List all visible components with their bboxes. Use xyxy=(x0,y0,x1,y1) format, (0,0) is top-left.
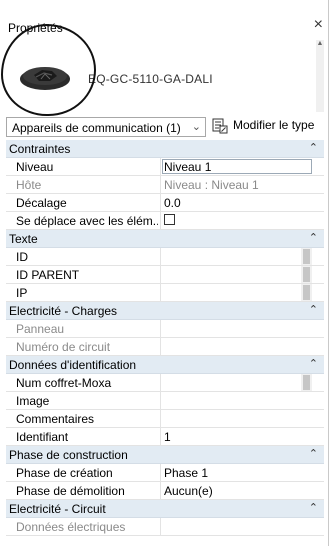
property-value-field[interactable] xyxy=(160,266,312,283)
property-name: Phase de création xyxy=(16,466,113,480)
active-cell-border xyxy=(162,159,312,174)
edit-type-icon xyxy=(212,118,228,134)
property-name: ID xyxy=(16,250,28,264)
property-name: Panneau xyxy=(16,322,65,336)
collapse-icon[interactable]: ⌃ xyxy=(309,141,318,154)
property-row-hote[interactable]: Hôte Niveau : Niveau 1 xyxy=(6,176,324,194)
property-row-se-deplace-avec-les-elem[interactable]: Se déplace avec les élém... xyxy=(6,212,324,230)
category-label: Texte xyxy=(9,232,38,246)
property-row-ip[interactable]: IP xyxy=(6,284,324,302)
category-phase-de-construction[interactable]: Phase de construction ⌃ xyxy=(6,446,324,464)
scrollbar-thumb[interactable] xyxy=(303,267,310,282)
property-name: Identifiant xyxy=(16,430,69,444)
property-value-field[interactable] xyxy=(160,212,312,229)
close-icon[interactable]: × xyxy=(314,16,323,34)
category-electricite-circuit[interactable]: Electricité - Circuit ⌃ xyxy=(6,500,324,518)
property-value-field[interactable] xyxy=(160,410,312,427)
property-value-field[interactable]: Niveau 1 xyxy=(160,158,312,175)
properties-palette: Propriétés × EQ-GC-5110-GA-DALI ▲ Appare… xyxy=(0,0,329,546)
property-value: 0.0 xyxy=(164,196,181,210)
property-row-numero-de-circuit[interactable]: Numéro de circuit xyxy=(6,338,324,356)
hand-drawn-annotation-circle xyxy=(1,24,96,116)
property-row-id-parent[interactable]: ID PARENT xyxy=(6,266,324,284)
property-row-niveau[interactable]: Niveau Niveau 1 xyxy=(6,158,324,176)
property-name: IP xyxy=(16,286,28,300)
property-value-field[interactable]: 1 xyxy=(160,428,312,445)
category-label: Electricité - Circuit xyxy=(9,502,106,516)
property-name: Numéro de circuit xyxy=(16,340,111,354)
chevron-down-icon: ⌄ xyxy=(191,121,201,133)
property-name: Hôte xyxy=(16,178,42,192)
property-value-field[interactable] xyxy=(160,284,312,301)
property-value: 1 xyxy=(164,430,171,444)
property-name: Num coffret-Moxa xyxy=(16,376,112,390)
cell-scrollbar[interactable] xyxy=(301,266,312,283)
instance-filter-dropdown[interactable]: Appareils de communication (1) ⌄ xyxy=(6,117,206,137)
property-value-field xyxy=(160,338,312,355)
property-row-phase-de-creation[interactable]: Phase de création Phase 1 xyxy=(6,464,324,482)
collapse-icon[interactable]: ⌃ xyxy=(309,357,318,370)
cell-scrollbar[interactable] xyxy=(301,374,312,391)
property-value-field xyxy=(160,518,312,535)
property-value-field xyxy=(160,320,312,337)
collapse-icon[interactable]: ⌃ xyxy=(309,501,318,514)
property-value-field[interactable] xyxy=(160,248,312,265)
property-value: Niveau : Niveau 1 xyxy=(164,178,259,192)
property-row-id[interactable]: ID xyxy=(6,248,324,266)
property-name: Phase de démolition xyxy=(16,484,125,498)
property-value-field[interactable] xyxy=(160,392,312,409)
property-row-num-coffret-moxa[interactable]: Num coffret-Moxa xyxy=(6,374,324,392)
type-name: EQ-GC-5110-GA-DALI xyxy=(88,72,213,86)
collapse-icon[interactable]: ⌃ xyxy=(309,231,318,244)
edit-type-label: Modifier le type xyxy=(233,118,315,132)
category-contraintes[interactable]: Contraintes ⌃ xyxy=(6,140,324,158)
category-electricite-charges[interactable]: Electricité - Charges ⌃ xyxy=(6,302,324,320)
cell-scrollbar[interactable] xyxy=(301,284,312,301)
property-value-field[interactable]: Phase 1 xyxy=(160,464,312,481)
property-name: Niveau xyxy=(16,160,54,174)
property-row-image[interactable]: Image xyxy=(6,392,324,410)
cell-scrollbar[interactable] xyxy=(301,248,312,265)
category-donnees-d-identification[interactable]: Données d'identification ⌃ xyxy=(6,356,324,374)
property-row-decalage[interactable]: Décalage 0.0 xyxy=(6,194,324,212)
property-row-panneau[interactable]: Panneau xyxy=(6,320,324,338)
property-value-field[interactable] xyxy=(160,374,312,391)
property-value: Aucun(e) xyxy=(164,484,213,498)
property-row-identifiant[interactable]: Identifiant 1 xyxy=(6,428,324,446)
moves-with-checkbox[interactable] xyxy=(164,214,175,225)
instance-filter-value: Appareils de communication (1) xyxy=(12,121,181,135)
collapse-icon[interactable]: ⌃ xyxy=(309,447,318,460)
property-row-commentaires[interactable]: Commentaires xyxy=(6,410,324,428)
property-name: Image xyxy=(16,394,50,408)
type-selector-scrollbar[interactable]: ▲ xyxy=(316,40,324,112)
property-name: Se déplace avec les élém... xyxy=(16,214,158,228)
property-name: Décalage xyxy=(16,196,67,210)
category-label: Données d'identification xyxy=(9,358,137,372)
category-label: Phase de construction xyxy=(9,448,128,462)
collapse-icon[interactable]: ⌃ xyxy=(309,303,318,316)
property-value: Phase 1 xyxy=(164,466,209,480)
scrollbar-thumb[interactable] xyxy=(303,285,310,300)
property-name: ID PARENT xyxy=(16,268,80,282)
category-texte[interactable]: Texte ⌃ xyxy=(6,230,324,248)
scrollbar-thumb[interactable] xyxy=(303,249,310,264)
property-value-field[interactable]: Aucun(e) xyxy=(160,482,312,499)
edit-type-button[interactable]: Modifier le type xyxy=(212,117,324,137)
property-row-phase-de-demolition[interactable]: Phase de démolition Aucun(e) xyxy=(6,482,324,500)
property-row-donnees-electriques[interactable]: Données électriques xyxy=(6,518,324,536)
property-value-field[interactable]: 0.0 xyxy=(160,194,312,211)
property-name: Commentaires xyxy=(16,412,95,426)
scrollbar-thumb[interactable] xyxy=(303,375,310,390)
property-value-field: Niveau : Niveau 1 xyxy=(160,176,312,193)
category-label: Contraintes xyxy=(9,142,71,156)
property-name: Données électriques xyxy=(16,520,126,534)
properties-grid: Contraintes ⌃ Niveau Niveau 1 Hôte Niveau : N… xyxy=(6,140,324,536)
category-label: Electricité - Charges xyxy=(9,304,118,318)
